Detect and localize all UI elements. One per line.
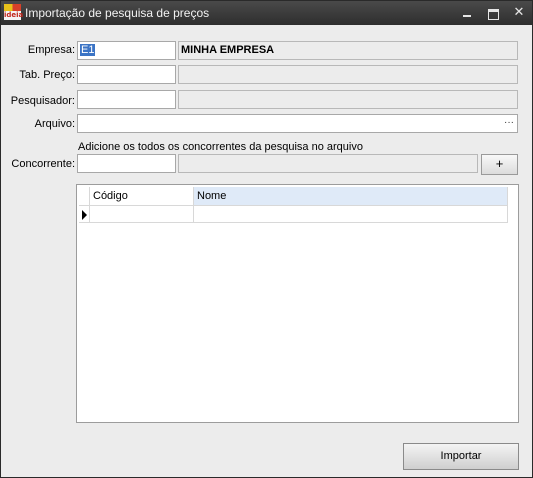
app-logo-text: ideia [4,11,24,20]
close-icon[interactable]: ✕ [509,4,529,22]
row-indicator-icon [79,206,90,223]
tab-preco-label: Tab. Preço: [19,69,75,81]
grid-header: Código Nome [79,187,508,206]
cell-codigo[interactable] [90,206,194,223]
table-row[interactable] [79,206,508,223]
arquivo-label: Arquivo: [34,118,75,130]
import-price-survey-window: ideia Importação de pesquisa de preços ✕… [0,0,533,478]
app-logo-icon: ideia [4,4,24,20]
pesquisador-code-input[interactable] [77,90,176,109]
grid-corner [79,187,90,206]
arquivo-input[interactable]: ··· [77,114,518,133]
title-bar: ideia Importação de pesquisa de preços ✕ [1,1,532,25]
tab-preco-name-field [178,65,518,84]
empresa-label: Empresa: [27,44,75,56]
concorrente-label: Concorrente: [11,158,75,170]
column-header-codigo[interactable]: Código [90,187,194,206]
concorrente-hint: Adicione os todos os concorrentes da pes… [78,141,363,153]
column-header-nome[interactable]: Nome [194,187,508,206]
concorrente-code-input[interactable] [77,154,176,173]
window-title: Importação de pesquisa de preços [25,6,210,20]
pesquisador-label: Pesquisador: [10,95,75,107]
maximize-icon[interactable] [483,4,503,22]
import-button[interactable]: Importar [403,443,519,470]
concorrente-name-field [178,154,478,173]
empresa-code-value: E1 [80,44,96,56]
pesquisador-name-field [178,90,518,109]
concorrentes-grid[interactable]: Código Nome [76,184,519,423]
tab-preco-code-input[interactable] [77,65,176,84]
empresa-code-input[interactable]: E1 [77,41,176,60]
cell-nome[interactable] [194,206,508,223]
empresa-name-field: MINHA EMPRESA [178,41,518,60]
browse-file-button[interactable]: ··· [504,115,514,131]
minimize-icon[interactable] [457,4,477,22]
add-concorrente-button[interactable]: + [481,154,518,175]
